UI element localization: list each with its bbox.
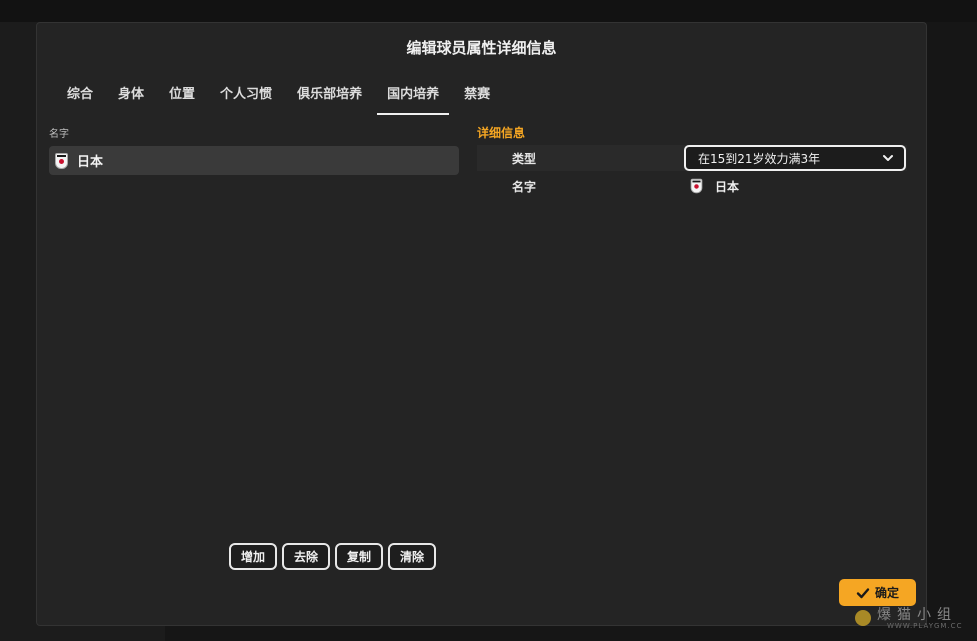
tab-club-trained[interactable]: 俱乐部培养 <box>287 87 372 115</box>
chevron-down-icon <box>883 155 893 161</box>
add-button[interactable]: 增加 <box>229 543 278 570</box>
tab-overview[interactable]: 综合 <box>57 87 103 115</box>
type-row: 类型 在15到21岁效力满3年 <box>477 145 907 171</box>
check-icon <box>856 587 870 598</box>
remove-button[interactable]: 去除 <box>282 543 331 570</box>
japan-flag-icon <box>690 178 703 194</box>
name-column-header: 名字 <box>49 129 69 140</box>
name-row: 名字 日本 <box>477 173 907 199</box>
tab-position[interactable]: 位置 <box>159 87 205 115</box>
tab-bar: 综合 身体 位置 个人习惯 俱乐部培养 国内培养 禁赛 <box>57 87 505 115</box>
watermark-logo-icon <box>855 610 871 626</box>
copy-button[interactable]: 复制 <box>335 543 384 570</box>
watermark-text: 爆猫小组 <box>877 607 957 623</box>
name-label: 名字 <box>512 179 537 194</box>
watermark: 爆猫小组 WWW.PLAYGM.CC <box>855 604 961 630</box>
list-actions: 增加 去除 复制 清除 <box>229 543 437 570</box>
type-label: 类型 <box>512 151 537 166</box>
type-dropdown-value: 在15到21岁效力满3年 <box>698 151 821 166</box>
name-value-text: 日本 <box>715 179 740 194</box>
clear-button[interactable]: 清除 <box>388 543 437 570</box>
details-section-title: 详细信息 <box>477 126 526 140</box>
name-value: 日本 <box>684 178 739 195</box>
japan-flag-icon <box>55 152 68 169</box>
confirm-label: 确定 <box>874 586 899 600</box>
tab-physical[interactable]: 身体 <box>108 87 154 115</box>
dialog-title: 编辑球员属性详细信息 <box>406 39 557 57</box>
edit-player-attributes-dialog: 编辑球员属性详细信息 综合 身体 位置 个人习惯 俱乐部培养 国内培养 禁赛 名… <box>36 22 927 626</box>
list-item[interactable]: 日本 <box>49 146 459 175</box>
type-dropdown[interactable]: 在15到21岁效力满3年 <box>684 145 906 171</box>
watermark-url: WWW.PLAYGM.CC <box>887 622 963 630</box>
list-item-name: 日本 <box>77 155 104 170</box>
background-top-strip <box>0 0 977 22</box>
tab-personal-habits[interactable]: 个人习惯 <box>210 87 282 115</box>
tab-suspensions[interactable]: 禁赛 <box>454 87 500 115</box>
tab-nation-trained[interactable]: 国内培养 <box>377 87 450 115</box>
confirm-button[interactable]: 确定 <box>839 579 916 606</box>
